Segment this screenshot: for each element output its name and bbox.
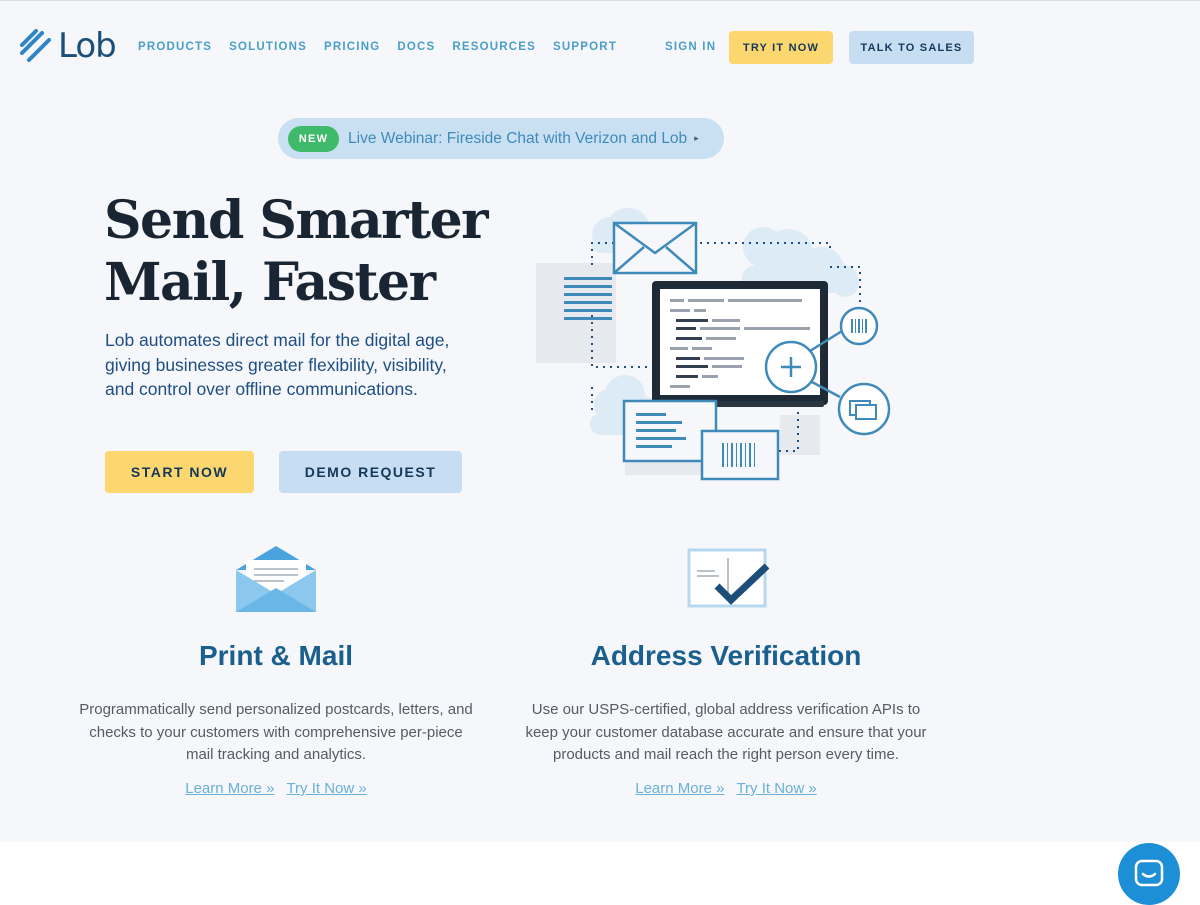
new-badge: NEW — [288, 125, 339, 152]
chat-icon — [1134, 859, 1164, 887]
print-mail-links: Learn More » Try It Now » — [76, 780, 476, 797]
nav-support[interactable]: SUPPORT — [553, 41, 617, 53]
nav-products[interactable]: PRODUCTS — [138, 41, 212, 53]
hero-title-line1: Send Smarter — [104, 190, 489, 251]
start-now-button[interactable]: START NOW — [105, 451, 254, 493]
arrow-right-icon: ▸ — [694, 133, 699, 143]
hero-title: Send Smarter Mail, Faster — [104, 190, 524, 314]
address-verification-try-it-now-link[interactable]: Try It Now » — [736, 780, 816, 797]
print-mail-description: Programmatically send personalized postc… — [79, 701, 473, 763]
announcement-banner[interactable]: NEW Live Webinar: Fireside Chat with Ver… — [278, 118, 724, 159]
print-mail-learn-more-link[interactable]: Learn More » — [185, 780, 274, 797]
nav-resources[interactable]: RESOURCES — [452, 41, 536, 53]
print-mail-try-it-now-link[interactable]: Try It Now » — [286, 780, 366, 797]
logo[interactable]: Lob — [20, 26, 117, 66]
hero-illustration — [536, 208, 891, 481]
demo-request-button[interactable]: DEMO REQUEST — [279, 451, 462, 493]
nav-pricing[interactable]: PRICING — [324, 41, 380, 53]
nav-docs[interactable]: DOCS — [397, 41, 435, 53]
hero-subtitle: Lob automates direct mail for the digita… — [105, 330, 450, 399]
address-verification-description: Use our USPS-certified, global address v… — [525, 701, 927, 763]
try-it-now-button[interactable]: TRY IT NOW — [729, 31, 833, 64]
address-verification-learn-more-link[interactable]: Learn More » — [635, 780, 724, 797]
hero-title-line2: Mail, Faster — [104, 252, 436, 313]
envelope-icon — [236, 546, 316, 612]
lob-logo-icon — [20, 29, 51, 62]
sign-in-link[interactable]: SIGN IN — [665, 41, 716, 53]
print-mail-title: Print & Mail — [198, 640, 353, 671]
nav-solutions[interactable]: SOLUTIONS — [229, 41, 307, 53]
address-verification-links: Learn More » Try It Now » — [526, 780, 926, 797]
logo-text: Lob — [58, 26, 117, 66]
announcement-text: Live Webinar: Fireside Chat with Verizon… — [348, 129, 688, 147]
talk-to-sales-button[interactable]: TALK TO SALES — [849, 31, 974, 64]
address-verification-title: Address Verification — [590, 640, 862, 671]
chat-widget-button[interactable] — [1118, 843, 1180, 905]
checkmark-document-icon — [687, 548, 770, 608]
main-nav: PRODUCTS SOLUTIONS PRICING DOCS RESOURCE… — [138, 41, 617, 53]
